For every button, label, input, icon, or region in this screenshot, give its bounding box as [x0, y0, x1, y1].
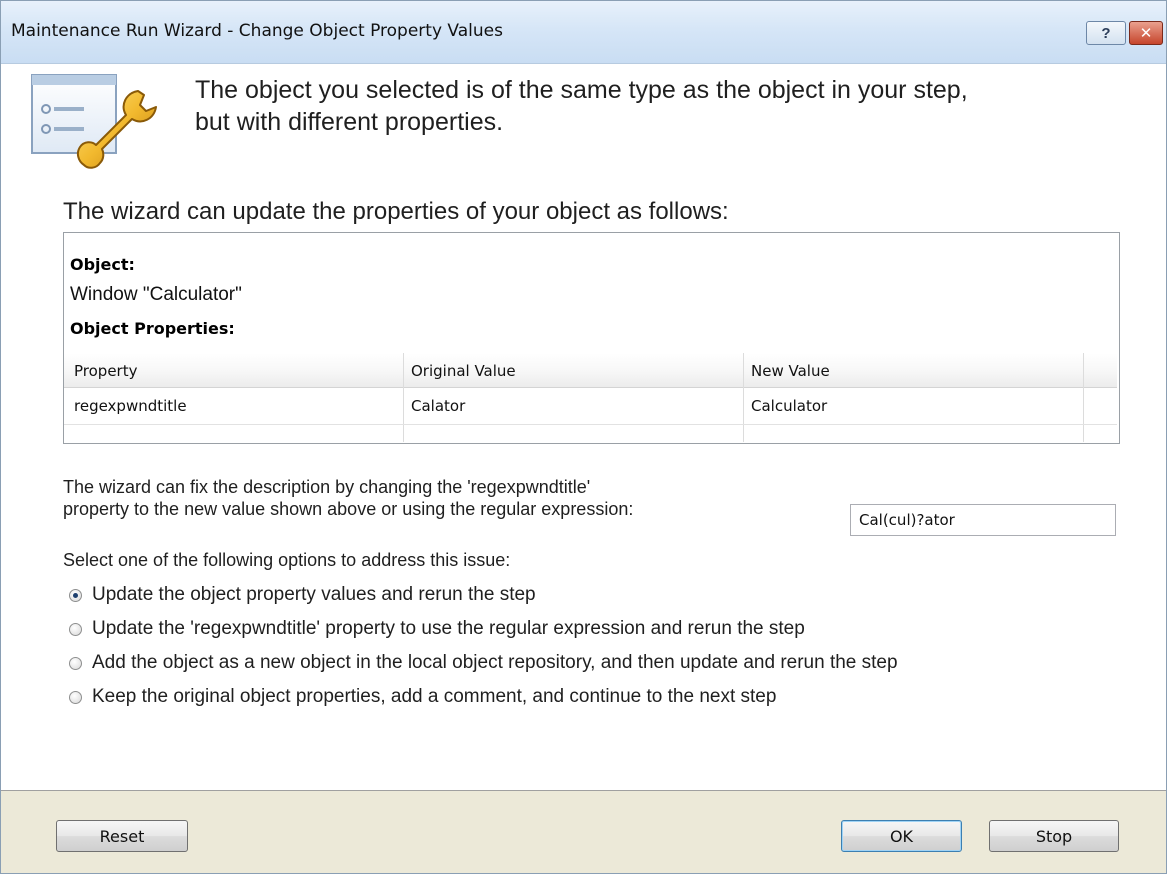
fix-description: The wizard can fix the description by ch… [63, 476, 843, 520]
table-cell-new-value: Calculator [751, 397, 828, 415]
option-label: Add the object as a new object in the lo… [92, 652, 898, 673]
radio-button[interactable] [69, 622, 82, 636]
help-icon: ? [1101, 24, 1111, 42]
column-divider [1083, 353, 1084, 442]
option-use-regex[interactable]: Update the 'regexpwndtitle' property to … [69, 618, 805, 640]
wrench-settings-icon [31, 74, 157, 169]
table-cell-property: regexpwndtitle [74, 397, 187, 415]
radio-button[interactable] [69, 656, 82, 670]
close-icon: ✕ [1139, 25, 1153, 42]
object-value: Window "Calculator" [70, 284, 242, 305]
wizard-content: The object you selected is of the same t… [1, 64, 1166, 790]
table-cell-original-value: Calator [411, 397, 466, 415]
option-add-new-object[interactable]: Add the object as a new object in the lo… [69, 652, 898, 674]
object-properties-label: Object Properties: [70, 319, 235, 338]
wizard-window: Maintenance Run Wizard - Change Object P… [0, 0, 1167, 874]
option-label: Update the 'regexpwndtitle' property to … [92, 618, 805, 639]
properties-table: Property Original Value New Value regexp… [64, 353, 1117, 442]
fix-description-line: The wizard can fix the description by ch… [63, 477, 591, 497]
window-title: Maintenance Run Wizard - Change Object P… [11, 21, 503, 41]
options-prompt: Select one of the following options to a… [63, 550, 511, 570]
stop-button[interactable]: Stop [989, 820, 1119, 852]
option-label: Keep the original object properties, add… [92, 686, 777, 707]
radio-button-selected[interactable] [69, 588, 82, 602]
object-details-panel: Object: Window "Calculator" Object Prope… [63, 232, 1120, 444]
column-header-property[interactable]: Property [74, 362, 137, 380]
ok-button[interactable]: OK [841, 820, 962, 852]
fix-description-line: property to the new value shown above or… [63, 499, 634, 519]
row-divider [64, 424, 1117, 425]
option-update-values[interactable]: Update the object property values and re… [69, 584, 536, 606]
table-header: Property Original Value New Value [64, 353, 1117, 388]
column-header-original-value[interactable]: Original Value [411, 362, 516, 380]
title-bar: Maintenance Run Wizard - Change Object P… [1, 1, 1166, 64]
intro-text: The wizard can update the properties of … [63, 198, 729, 225]
regex-input[interactable] [850, 504, 1116, 536]
help-button[interactable]: ? [1086, 21, 1126, 45]
button-bar: Reset OK Stop [1, 790, 1166, 873]
header-message: The object you selected is of the same t… [195, 76, 968, 136]
close-button[interactable]: ✕ [1129, 21, 1163, 45]
option-keep-original[interactable]: Keep the original object properties, add… [69, 686, 776, 708]
object-label: Object: [70, 255, 135, 274]
reset-button[interactable]: Reset [56, 820, 188, 852]
column-divider [743, 353, 744, 442]
column-header-new-value[interactable]: New Value [751, 362, 830, 380]
radio-button[interactable] [69, 690, 82, 704]
column-divider [403, 353, 404, 442]
option-label: Update the object property values and re… [92, 584, 536, 605]
